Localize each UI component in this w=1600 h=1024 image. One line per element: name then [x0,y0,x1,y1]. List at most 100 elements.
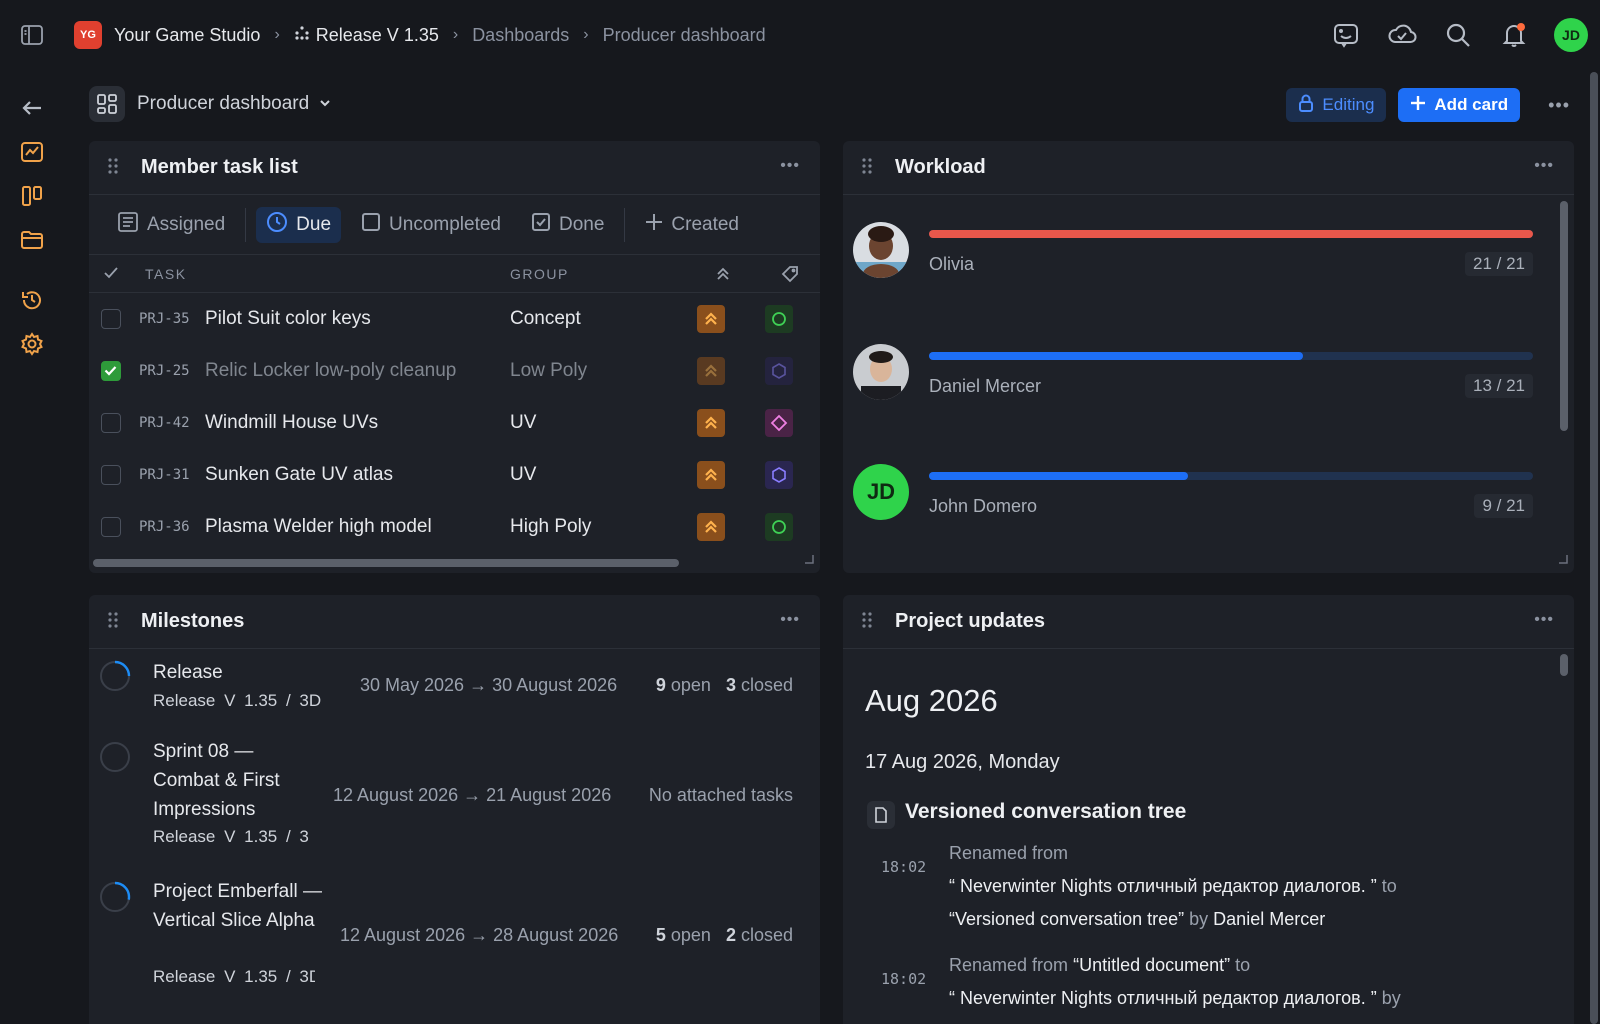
history-icon[interactable] [18,286,46,314]
task-count: 9 / 21 [1474,494,1533,518]
notification-bell-icon[interactable] [1498,19,1530,51]
task-id: PRJ-42 [139,415,190,431]
updates-day-heading: 17 Aug 2026, Monday [865,751,1060,773]
milestone-name: Project Emberfall — Vertical Slice Alpha [153,881,322,931]
cloud-sync-icon[interactable] [1386,19,1418,51]
dashboard-chart-icon[interactable] [18,138,46,166]
priority-high-icon[interactable] [697,513,725,541]
breadcrumb-org[interactable]: Your Game Studio [114,25,260,46]
tag-hexagon-icon[interactable] [765,357,793,385]
milestone-row[interactable]: Project Emberfall — Vertical Slice Alpha… [89,877,805,997]
update-entry: Renamed from “Untitled document” to “ Ne… [949,955,1401,1008]
dashboard-selector[interactable]: Producer dashboard [89,86,331,122]
task-name[interactable]: Sunken Gate UV atlas [205,464,393,486]
user-link[interactable]: Daniel Mercer [1213,909,1325,929]
task-checkbox[interactable] [101,309,121,329]
drag-handle-icon[interactable] [861,611,881,632]
task-name[interactable]: Pilot Suit color keys [205,308,371,330]
search-icon[interactable] [1442,19,1474,51]
card-more-icon[interactable]: ••• [780,611,800,629]
document-title-link[interactable]: Versioned conversation tree [905,800,1186,824]
task-name[interactable]: Plasma Welder high model [205,516,432,538]
breadcrumb-page[interactable]: Producer dashboard [603,25,766,46]
workload-row[interactable]: Olivia 21 / 21 [853,222,1543,292]
org-logo[interactable]: YG [74,21,102,49]
breadcrumb: YG Your Game Studio › Release V 1.35 › D… [74,20,766,50]
milestone-dates: 30 May 2026 → 30 August 2026 [360,675,618,695]
settings-gear-icon[interactable] [18,330,46,358]
board-icon[interactable] [18,182,46,210]
user-avatar[interactable]: JD [1554,18,1588,52]
milestone-row[interactable]: Release Release V 1.35 / 3D 30 May 2026 … [89,655,805,727]
drag-handle-icon[interactable] [107,611,127,632]
task-checkbox[interactable] [101,361,121,381]
tag-column-icon[interactable] [781,265,799,286]
table-row[interactable]: PRJ-31 Sunken Gate UV atlas UV [89,449,820,501]
priority-high-icon[interactable] [697,461,725,489]
card-title: Workload [895,156,986,178]
chevron-right-icon: › [274,26,280,43]
card-more-icon[interactable]: ••• [780,157,800,175]
milestone-counts: 5 open 2 closed [655,925,793,945]
vertical-scrollbar[interactable] [1560,201,1568,431]
tag-circle-icon[interactable] [765,513,793,541]
avatar-daniel-mercer [853,344,909,400]
tab-done[interactable]: Done [521,207,614,243]
table-row[interactable]: PRJ-42 Windmill House UVs UV [89,397,820,449]
check-column-icon[interactable] [103,266,119,283]
top-bar: YG Your Game Studio › Release V 1.35 › D… [0,0,1600,70]
tab-uncompleted[interactable]: Uncompleted [351,207,511,243]
sidebar-toggle-icon[interactable] [20,23,44,47]
member-name: Daniel Mercer [929,376,1042,396]
column-task[interactable]: TASK [145,266,187,282]
priority-high-icon[interactable] [697,409,725,437]
tag-diamond-icon[interactable] [765,409,793,437]
column-group[interactable]: GROUP [510,266,569,282]
tag-circle-icon[interactable] [765,305,793,333]
workload-row[interactable]: JD John Domero 9 / 21 [853,464,1543,534]
back-arrow-icon[interactable] [18,94,46,122]
drag-handle-icon[interactable] [861,157,881,178]
card-more-icon[interactable]: ••• [1534,157,1554,175]
priority-high-icon[interactable] [697,357,725,385]
task-checkbox[interactable] [101,517,121,537]
chevron-right-icon: › [452,26,459,43]
task-checkbox[interactable] [101,413,121,433]
tab-due[interactable]: Due [256,206,342,243]
lock-icon [1298,94,1314,117]
task-group: Low Poly [510,360,588,381]
tab-created[interactable]: Created [635,207,749,243]
task-name[interactable]: Windmill House UVs [205,412,378,434]
resize-handle-icon[interactable] [1558,551,1568,569]
workload-row[interactable]: Daniel Mercer 13 / 21 [853,344,1543,414]
milestone-status: No attached tasks [648,785,793,805]
add-card-button[interactable]: Add card [1398,88,1521,122]
folder-icon[interactable] [18,226,46,254]
drag-handle-icon[interactable] [107,157,127,178]
tag-hexagon-icon[interactable] [765,461,793,489]
table-row[interactable]: PRJ-35 Pilot Suit color keys Concept [89,293,820,345]
tab-assigned[interactable]: Assigned [107,207,235,243]
table-row[interactable]: PRJ-25 Relic Locker low-poly cleanup Low P… [89,345,820,397]
priority-column-icon[interactable] [715,265,731,284]
milestone-path: Release V 1.35 / 3D [153,827,309,846]
breadcrumb-project[interactable]: Release V 1.35 [316,25,439,46]
more-options-icon[interactable]: ••• [1548,95,1570,116]
resize-handle-icon[interactable] [804,551,814,569]
task-checkbox[interactable] [101,465,121,485]
milestone-row[interactable]: Sprint 08 — Combat & First Impressions R… [89,737,805,857]
priority-high-icon[interactable] [697,305,725,333]
add-card-label: Add card [1434,95,1509,114]
vertical-scrollbar[interactable] [1560,654,1568,676]
chat-bot-icon[interactable] [1330,19,1362,51]
horizontal-scrollbar[interactable] [93,559,679,567]
milestone-dates: 12 August 2026 → 28 August 2026 [340,925,619,945]
page-scrollbar[interactable] [1590,72,1598,1024]
clock-icon [266,211,288,239]
task-filter-tabs: Assigned Due Uncompleted Done Created [89,195,820,255]
editing-lock-button[interactable]: Editing [1286,88,1387,122]
breadcrumb-section[interactable]: Dashboards [472,25,569,46]
task-name[interactable]: Relic Locker low-poly cleanup [205,360,456,382]
card-more-icon[interactable]: ••• [1534,611,1554,629]
table-row[interactable]: PRJ-36 Plasma Welder high model High Poly [89,501,820,553]
